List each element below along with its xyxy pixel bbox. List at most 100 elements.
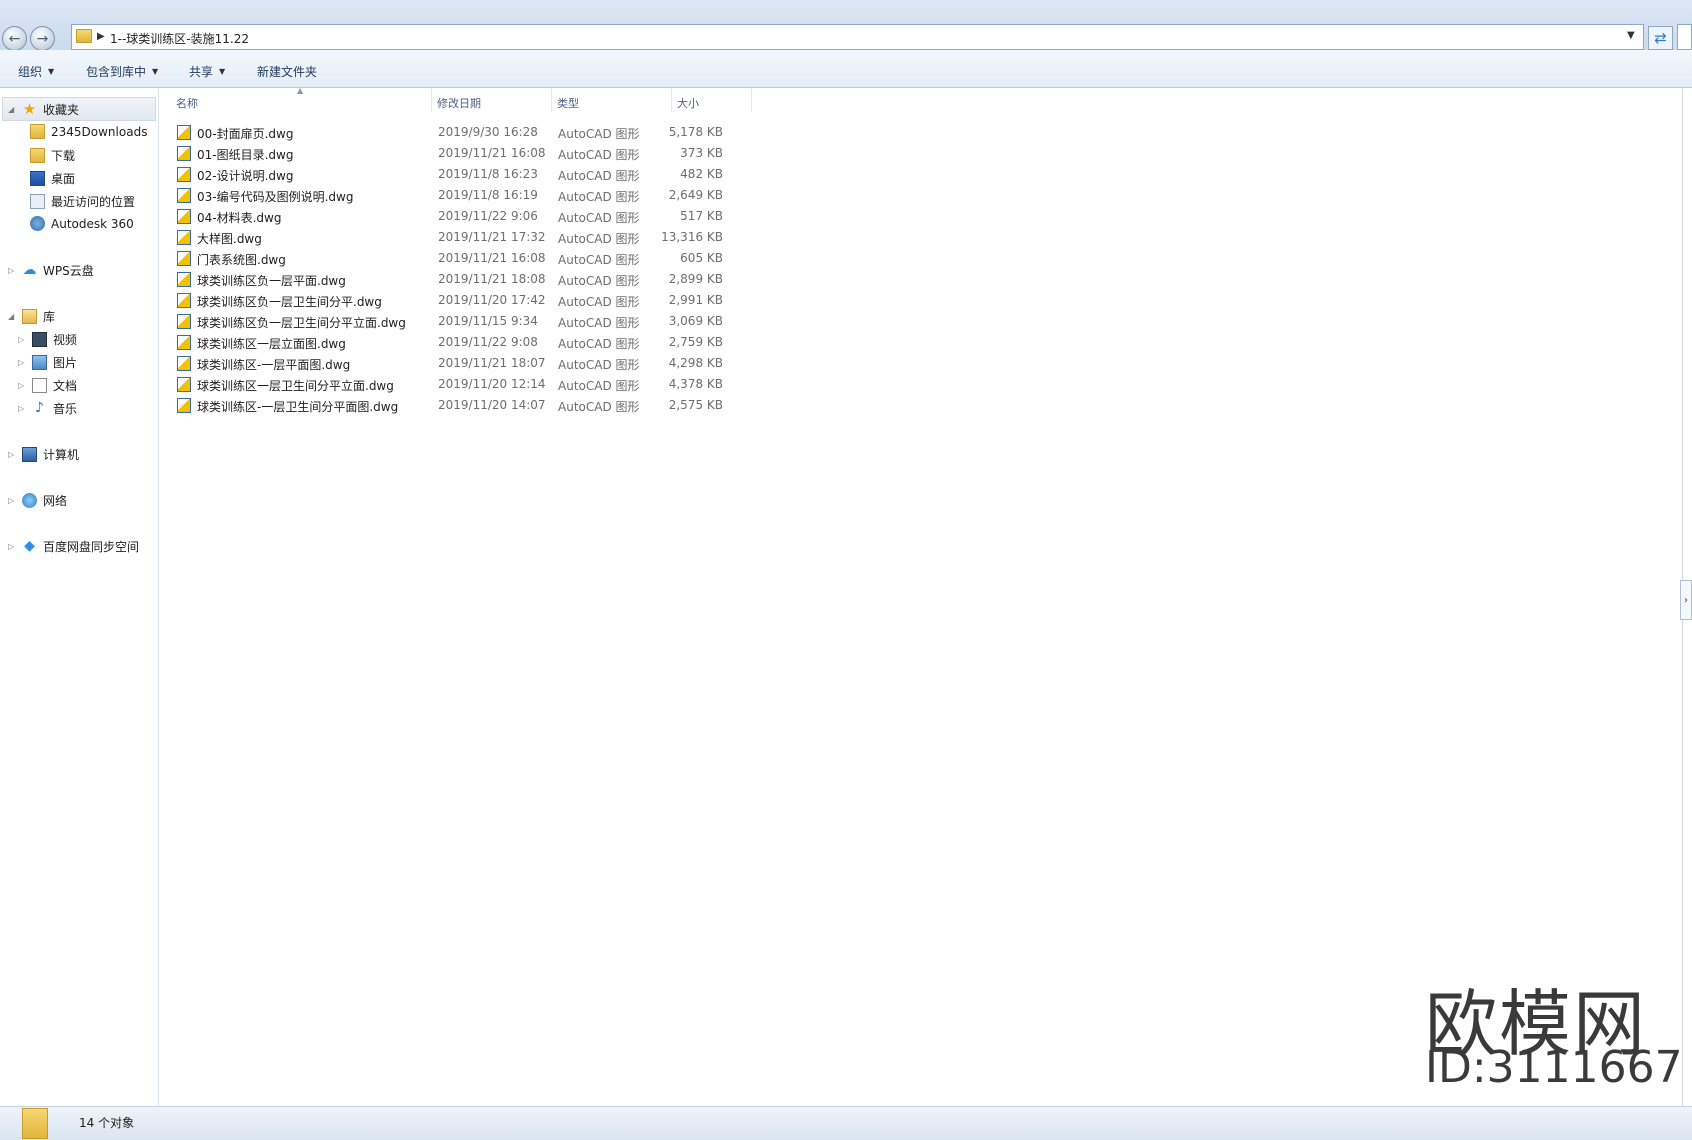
- expand-triangle-icon[interactable]: ▷: [8, 266, 16, 275]
- expand-triangle-icon[interactable]: ▷: [18, 404, 26, 413]
- file-row[interactable]: 球类训练区负一层卫生间分平立面.dwg 2019/11/15 9:34 AutoCA…: [177, 311, 757, 332]
- file-size: 3,069 KB: [668, 314, 723, 328]
- file-row[interactable]: 球类训练区负一层卫生间分平.dwg 2019/11/20 17:42 AutoCAD…: [177, 290, 757, 311]
- file-name: 大样图.dwg: [197, 232, 262, 246]
- dwg-file-icon: [177, 398, 191, 413]
- column-divider[interactable]: [751, 88, 752, 112]
- nav-item-pictures[interactable]: ▷ 图片: [18, 354, 77, 371]
- share-label: 共享: [189, 65, 214, 79]
- nav-item-label: 视频: [53, 333, 78, 347]
- dwg-file-icon: [177, 188, 191, 203]
- dwg-file-icon: [177, 377, 191, 392]
- search-input[interactable]: [1677, 24, 1692, 50]
- file-row[interactable]: 球类训练区-一层卫生间分平面图.dwg 2019/11/20 14:07 AutoC…: [177, 395, 757, 416]
- new-folder-button[interactable]: 新建文件夹: [257, 63, 317, 80]
- nav-item-documents[interactable]: ▷ 文档: [18, 377, 77, 394]
- expand-triangle-icon[interactable]: ▷: [18, 358, 26, 367]
- file-name: 球类训练区负一层卫生间分平立面.dwg: [197, 316, 406, 330]
- file-name: 球类训练区负一层卫生间分平.dwg: [197, 295, 382, 309]
- file-row[interactable]: 03-编号代码及图例说明.dwg 2019/11/8 16:19 AutoCAD 图…: [177, 185, 757, 206]
- chevron-down-icon: ▼: [219, 67, 226, 76]
- breadcrumb-chevron-icon[interactable]: ▶: [97, 31, 105, 42]
- file-row[interactable]: 球类训练区一层卫生间分平立面.dwg 2019/11/20 12:14 AutoCA…: [177, 374, 757, 395]
- dwg-file-icon: [177, 125, 191, 140]
- file-row[interactable]: 02-设计说明.dwg 2019/11/8 16:23 AutoCAD 图形 482 …: [177, 164, 757, 185]
- file-date: 2019/11/8 16:23: [438, 167, 538, 181]
- sort-ascending-icon: ▲: [297, 86, 304, 95]
- nav-item-label: 图片: [53, 356, 78, 370]
- column-header-date[interactable]: 修改日期: [437, 95, 481, 111]
- nav-item-autodesk360[interactable]: Autodesk 360: [30, 216, 134, 231]
- dwg-file-icon: [177, 314, 191, 329]
- file-row[interactable]: 01-图纸目录.dwg 2019/11/21 16:08 AutoCAD 图形 373…: [177, 143, 757, 164]
- nav-libraries[interactable]: ◢ 库: [8, 308, 55, 325]
- file-row[interactable]: 04-材料表.dwg 2019/11/22 9:06 AutoCAD 图形 517 K…: [177, 206, 757, 227]
- nav-item-music[interactable]: ▷ ♪ 音乐: [18, 400, 77, 417]
- folder-icon: [30, 124, 45, 139]
- back-button[interactable]: ←: [2, 26, 27, 51]
- recent-places-icon: [30, 194, 45, 209]
- nav-item-label: 2345Downloads: [51, 124, 148, 139]
- network-icon: [22, 493, 37, 508]
- file-row[interactable]: 门表系统图.dwg 2019/11/21 16:08 AutoCAD 图形 605 K…: [177, 248, 757, 269]
- include-library-label: 包含到库中: [86, 65, 147, 79]
- nav-item-label: 桌面: [51, 172, 76, 186]
- expand-triangle-icon[interactable]: ▷: [8, 542, 16, 551]
- file-type: AutoCAD 图形: [558, 358, 640, 372]
- file-name: 04-材料表.dwg: [197, 211, 282, 225]
- forward-button[interactable]: →: [30, 26, 55, 51]
- file-date: 2019/11/8 16:19: [438, 188, 538, 202]
- nav-computer[interactable]: ▷ 计算机: [8, 446, 79, 463]
- refresh-button[interactable]: ⇄: [1648, 26, 1673, 50]
- nav-baidu-sync[interactable]: ▷ ◆ 百度网盘同步空间: [8, 538, 139, 555]
- file-row[interactable]: 球类训练区一层立面图.dwg 2019/11/22 9:08 AutoCAD 图形 2…: [177, 332, 757, 353]
- file-row[interactable]: 大样图.dwg 2019/11/21 17:32 AutoCAD 图形 13,316 …: [177, 227, 757, 248]
- column-divider[interactable]: [431, 88, 432, 112]
- column-divider[interactable]: [551, 88, 552, 112]
- pane-collapse-button[interactable]: ›: [1680, 580, 1692, 620]
- file-date: 2019/11/21 18:08: [438, 272, 546, 286]
- expand-triangle-icon[interactable]: ▷: [18, 335, 26, 344]
- nav-item-recent-places[interactable]: 最近访问的位置: [30, 193, 135, 210]
- nav-wps-cloud[interactable]: ▷ ☁ WPS云盘: [8, 262, 94, 279]
- include-library-menu[interactable]: 包含到库中 ▼: [86, 63, 158, 80]
- file-name: 02-设计说明.dwg: [197, 169, 294, 183]
- nav-network[interactable]: ▷ 网络: [8, 492, 67, 509]
- dwg-file-icon: [177, 146, 191, 161]
- new-folder-label: 新建文件夹: [257, 65, 318, 79]
- dwg-file-icon: [177, 209, 191, 224]
- address-dropdown-icon[interactable]: ▼: [1627, 30, 1635, 41]
- nav-favorites[interactable]: ◢ ★ 收藏夹: [8, 101, 79, 118]
- expand-triangle-icon[interactable]: ◢: [8, 312, 16, 321]
- nav-item-videos[interactable]: ▷ 视频: [18, 331, 77, 348]
- file-size: 4,298 KB: [668, 356, 723, 370]
- file-row[interactable]: 00-封面扉页.dwg 2019/9/30 16:28 AutoCAD 图形 5,17…: [177, 122, 757, 143]
- cloud-icon: ☁: [22, 262, 37, 278]
- file-type: AutoCAD 图形: [558, 295, 640, 309]
- nav-item-desktop[interactable]: 桌面: [30, 170, 75, 187]
- column-header-name[interactable]: 名称: [176, 95, 198, 111]
- breadcrumb-path[interactable]: 1--球类训练区-装施11.22: [110, 30, 249, 47]
- nav-item-label: 最近访问的位置: [51, 195, 136, 209]
- column-header-type[interactable]: 类型: [557, 95, 579, 111]
- navigation-pane: [0, 88, 159, 1106]
- nav-item-downloads[interactable]: 下载: [30, 147, 75, 164]
- share-menu[interactable]: 共享 ▼: [189, 63, 225, 80]
- file-row[interactable]: 球类训练区负一层平面.dwg 2019/11/21 18:08 AutoCAD 图形…: [177, 269, 757, 290]
- column-divider[interactable]: [671, 88, 672, 112]
- address-input[interactable]: [71, 24, 1644, 50]
- file-row[interactable]: 球类训练区-一层平面图.dwg 2019/11/21 18:07 AutoCAD 图…: [177, 353, 757, 374]
- expand-triangle-icon[interactable]: ▷: [8, 450, 16, 459]
- file-date: 2019/11/20 14:07: [438, 398, 546, 412]
- organize-menu[interactable]: 组织 ▼: [18, 63, 54, 80]
- chevron-right-icon: ›: [1684, 594, 1688, 606]
- expand-triangle-icon[interactable]: ▷: [8, 496, 16, 505]
- nav-item-2345downloads[interactable]: 2345Downloads: [30, 124, 147, 139]
- file-name: 球类训练区负一层平面.dwg: [197, 274, 346, 288]
- file-name: 球类训练区-一层平面图.dwg: [197, 358, 351, 372]
- expand-triangle-icon[interactable]: ▷: [18, 381, 26, 390]
- file-date: 2019/11/22 9:08: [438, 335, 538, 349]
- expand-triangle-icon[interactable]: ◢: [8, 105, 16, 114]
- nav-item-label: 音乐: [53, 402, 78, 416]
- column-header-size[interactable]: 大小: [677, 95, 699, 111]
